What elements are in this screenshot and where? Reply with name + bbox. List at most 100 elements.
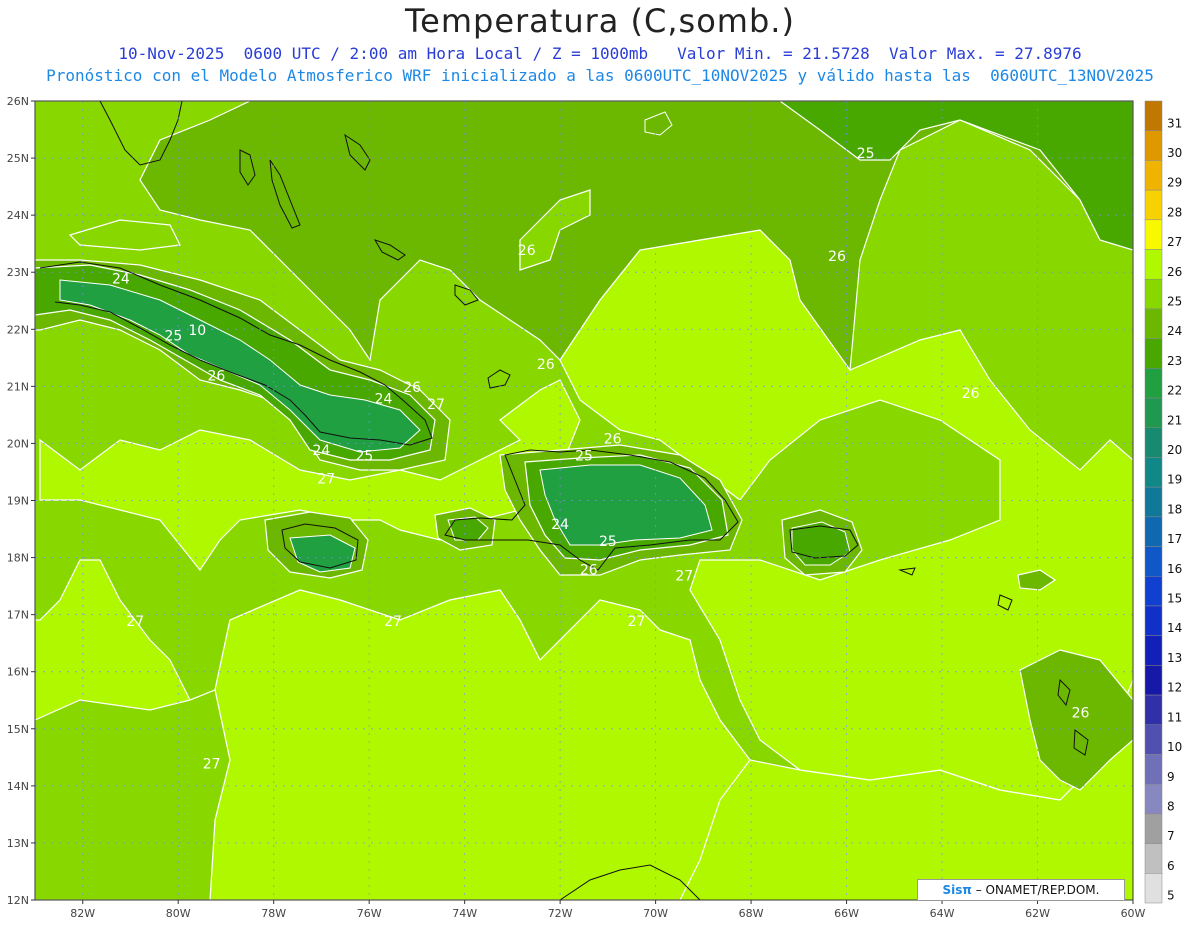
longitude-labels: 82W 80W 78W 76W 74W 72W 70W 68W 66W 64W 62W 60W [70, 900, 1146, 920]
lat-label: 18N [7, 552, 29, 565]
colorbar-swatch [1144, 635, 1163, 666]
colorbar-swatch [1144, 843, 1163, 874]
colorbar-swatch [1144, 397, 1163, 428]
temperature-map: 26N 25N 24N 23N 22N 21N 20N 19N 18N 17N 16N 15N 14N 1… [7, 95, 1183, 920]
colorbar-label: 26 [1167, 265, 1182, 279]
lon-label: 66W [834, 907, 859, 920]
contour-label: 27 [317, 471, 335, 487]
latitude-labels: 26N 25N 24N 23N 22N 21N 20N 19N 18N 17N 16N 15N 14N 1… [7, 95, 35, 907]
contour-label: 25 [355, 449, 373, 465]
contour-label: 25 [165, 329, 183, 345]
contour-label: 27 [675, 568, 693, 584]
contour-label: 26 [962, 386, 980, 402]
colorbar-label: 30 [1167, 146, 1182, 160]
lat-label: 23N [7, 266, 29, 279]
contour-label: 24 [551, 517, 569, 533]
colorbar-label: 28 [1167, 205, 1182, 219]
colorbar-label: 11 [1167, 710, 1182, 724]
colorbar-label: 16 [1167, 562, 1182, 576]
contour-label: 24 [313, 443, 331, 459]
colorbar-swatch [1144, 457, 1163, 488]
subtitle-valid-time: 10-Nov-2025 0600 UTC / 2:00 am Hora Loca… [118, 44, 1082, 63]
contour-label: 27 [427, 397, 445, 413]
map-field [35, 101, 1133, 900]
colorbar-swatch [1144, 694, 1163, 726]
colorbar-label: 22 [1167, 384, 1182, 398]
contour-label: 25 [575, 449, 593, 465]
colorbar-swatch [1144, 189, 1163, 221]
lat-label: 12N [7, 894, 29, 907]
contour-label: 26 [604, 431, 622, 447]
contour-label: 25 [857, 146, 875, 162]
lon-label: 74W [452, 907, 477, 920]
colorbar-swatch [1144, 546, 1163, 577]
lon-label: 80W [166, 907, 191, 920]
lon-label: 78W [261, 907, 286, 920]
colorbar-swatch [1144, 219, 1163, 250]
colorbar-swatch [1144, 754, 1163, 785]
colorbar-label: 15 [1167, 592, 1182, 606]
map-title: Temperatura (C,somb.) [405, 2, 795, 40]
colorbar-swatch [1144, 249, 1163, 280]
colorbar-label: 8 [1167, 799, 1175, 813]
colorbar-label: 20 [1167, 443, 1182, 457]
colorbar-swatch [1144, 605, 1163, 636]
lat-label: 16N [7, 666, 29, 679]
colorbar-label: 23 [1167, 354, 1182, 368]
lat-label: 26N [7, 95, 29, 108]
colorbar-label: 9 [1167, 770, 1175, 784]
lat-label: 22N [7, 323, 29, 336]
contour-label: 26 [828, 249, 846, 265]
lon-label: 68W [739, 907, 764, 920]
contour-label: 26 [518, 243, 536, 259]
colorbar-label: 6 [1167, 859, 1175, 873]
colorbar-swatch [1144, 338, 1163, 369]
colorbar-label: 7 [1167, 829, 1175, 843]
colorbar-swatch [1144, 308, 1163, 339]
lat-label: 20N [7, 437, 29, 450]
lat-label: 14N [7, 780, 29, 793]
colorbar-label: 12 [1167, 681, 1182, 695]
contour-label: 27 [628, 614, 646, 630]
lon-label: 64W [930, 907, 955, 920]
colorbar: 31 30 29 28 27 26 25 24 23 22 21 20 19 18 17 16 15 14 13 12… [1144, 100, 1182, 904]
lon-label: 70W [643, 907, 668, 920]
colorbar-swatch [1144, 368, 1163, 399]
colorbar-label: 13 [1167, 651, 1182, 665]
contour-label: 24 [112, 272, 130, 288]
credit-org: – ONAMET/REP.DOM. [971, 883, 1100, 897]
contour-label: 26 [580, 563, 598, 579]
field-27-south [209, 589, 751, 900]
colorbar-label: 31 [1167, 116, 1182, 130]
colorbar-swatch [1144, 516, 1163, 547]
contour-label: 26 [1072, 705, 1090, 721]
contour-label: 24 [375, 391, 393, 407]
colorbar-label: 18 [1167, 502, 1182, 516]
colorbar-label: 24 [1167, 324, 1182, 338]
lon-label: 82W [70, 907, 95, 920]
colorbar-label: 27 [1167, 235, 1182, 249]
lat-label: 24N [7, 209, 29, 222]
colorbar-swatch [1144, 873, 1163, 904]
lat-label: 21N [7, 380, 29, 393]
subtitle-model-info: Pronóstico con el Modelo Atmosferico WRF… [46, 66, 1154, 85]
credit-box: Sisπ – ONAMET/REP.DOM. [917, 879, 1125, 901]
field-27-southwest [35, 689, 231, 900]
colorbar-swatch [1144, 724, 1163, 755]
colorbar-swatch [1144, 813, 1163, 844]
lat-label: 25N [7, 152, 29, 165]
colorbar-swatch [1144, 427, 1163, 458]
lon-label: 60W [1121, 907, 1146, 920]
lat-label: 15N [7, 723, 29, 736]
colorbar-label: 10 [1167, 740, 1182, 754]
contour-label: 26 [537, 357, 555, 373]
colorbar-swatch [1144, 665, 1163, 696]
colorbar-label: 25 [1167, 295, 1182, 309]
colorbar-label: 14 [1167, 621, 1182, 635]
contour-label: 25 [599, 534, 617, 550]
contour-label: 26 [403, 380, 421, 396]
colorbar-swatch [1144, 130, 1163, 161]
contour-label: 26 [207, 369, 225, 385]
lat-label: 17N [7, 609, 29, 622]
colorbar-label: 21 [1167, 413, 1182, 427]
